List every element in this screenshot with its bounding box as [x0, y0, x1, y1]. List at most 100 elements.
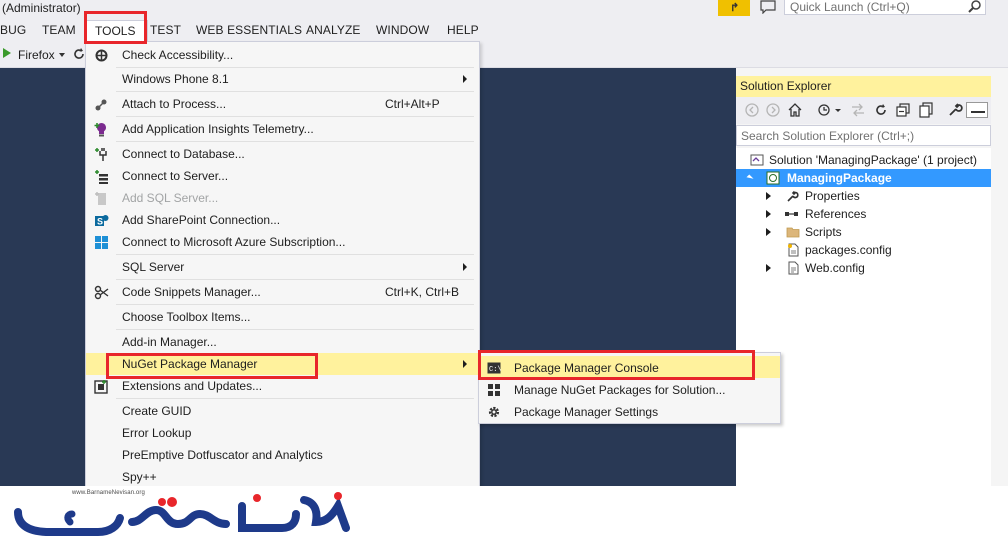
solution-explorer-title-bar[interactable]: Solution Explorer [736, 76, 991, 97]
chevron-down-icon[interactable] [834, 102, 842, 118]
browser-link-refresh-icon[interactable] [72, 47, 86, 61]
menu-item-label: Attach to Process... [122, 97, 227, 111]
menu-item-label: Connect to Server... [122, 169, 229, 183]
watermark-banner: www.BarnameNevisan.org [0, 486, 1008, 536]
tree-item-label: Scripts [805, 225, 842, 239]
menu-item-code-snippets[interactable]: Code Snippets Manager... Ctrl+K, Ctrl+B [86, 281, 479, 303]
menu-separator [116, 254, 474, 255]
menu-separator [116, 279, 474, 280]
folder-icon [786, 225, 800, 239]
menu-item-label: Add SharePoint Connection... [122, 213, 281, 227]
menu-item-error-lookup[interactable]: Error Lookup [86, 422, 479, 444]
tree-item-packages-config[interactable]: packages.config [736, 241, 991, 259]
menu-item-sharepoint[interactable]: S Add SharePoint Connection... [86, 209, 479, 231]
menu-item-create-guid[interactable]: Create GUID [86, 400, 479, 422]
server-plug-icon [94, 169, 109, 184]
tree-item-references[interactable]: References [736, 205, 991, 223]
chevron-down-icon[interactable] [59, 53, 65, 57]
collapsed-arrow-icon[interactable] [766, 210, 771, 218]
menu-item-add-sql-server: Add SQL Server... [86, 187, 479, 209]
database-plug-icon [94, 147, 109, 162]
menu-item-label: Spy++ [122, 470, 157, 484]
search-icon [968, 0, 982, 13]
expanded-arrow-icon[interactable] [746, 174, 754, 182]
flag-icon: ↱ [730, 2, 740, 14]
collapsed-arrow-icon[interactable] [766, 264, 771, 272]
tools-dropdown-menu: Check Accessibility... Windows Phone 8.1… [85, 41, 480, 491]
packages-icon [487, 383, 501, 397]
quick-launch-input[interactable]: Quick Launch (Ctrl+Q) [784, 0, 986, 15]
menu-window[interactable]: WINDOW [376, 23, 429, 37]
submenu-item-package-manager-settings[interactable]: Package Manager Settings [479, 400, 780, 422]
barnamenevisan-logo [14, 492, 350, 536]
start-debugging-icon[interactable] [3, 48, 11, 58]
solution-explorer-title: Solution Explorer [740, 79, 832, 93]
search-placeholder: Search Solution Explorer (Ctrl+;) [741, 129, 915, 143]
menu-item-check-accessibility[interactable]: Check Accessibility... [86, 44, 479, 66]
web-project-icon [766, 171, 780, 185]
menu-item-spy[interactable]: Spy++ [86, 466, 479, 488]
menu-item-connect-database[interactable]: Connect to Database... [86, 143, 479, 165]
menu-item-shortcut: Ctrl+Alt+P [385, 97, 440, 111]
menu-help[interactable]: HELP [447, 23, 479, 37]
menu-item-addin-manager[interactable]: Add-in Manager... [86, 331, 479, 353]
menu-separator [116, 304, 474, 305]
menu-debug[interactable]: BUG [0, 23, 26, 37]
menu-item-connect-server[interactable]: Connect to Server... [86, 165, 479, 187]
submenu-item-label: Manage NuGet Packages for Solution... [514, 383, 726, 397]
accessibility-icon [94, 48, 109, 63]
forward-arrow-icon[interactable] [765, 102, 781, 118]
menu-item-app-insights[interactable]: Add Application Insights Telemetry... [86, 118, 479, 140]
menu-item-label: Connect to Database... [122, 147, 245, 161]
submenu-item-manage-nuget-packages[interactable]: Manage NuGet Packages for Solution... [479, 378, 780, 400]
sync-history-icon[interactable] [816, 102, 832, 118]
preview-selected-items-icon[interactable] [966, 102, 988, 118]
package-manager-console-callout [478, 350, 755, 380]
home-icon[interactable] [787, 102, 803, 118]
menu-item-choose-toolbox-items[interactable]: Choose Toolbox Items... [86, 306, 479, 328]
config-file-icon [786, 243, 800, 257]
tree-item-scripts[interactable]: Scripts [736, 223, 991, 241]
solution-icon [750, 153, 764, 167]
collapse-all-icon[interactable] [895, 102, 911, 118]
menu-item-label: Create GUID [122, 404, 192, 418]
menu-item-azure[interactable]: Connect to Microsoft Azure Subscription.… [86, 231, 479, 253]
submenu-arrow-icon [463, 360, 467, 368]
menu-item-label: Error Lookup [122, 426, 192, 440]
show-all-files-icon[interactable] [918, 102, 934, 118]
menu-separator [116, 116, 474, 117]
menu-item-sql-server[interactable]: SQL Server [86, 256, 479, 278]
menu-item-dotfuscator[interactable]: PreEmptive Dotfuscator and Analytics [86, 444, 479, 466]
run-target-select[interactable]: Firefox [18, 48, 55, 62]
insights-icon [94, 122, 109, 137]
tree-item-web-config[interactable]: Web.config [736, 259, 991, 277]
tree-item-properties[interactable]: Properties [736, 187, 991, 205]
menu-team[interactable]: TEAM [42, 23, 76, 37]
solution-explorer-search-input[interactable]: Search Solution Explorer (Ctrl+;) [736, 125, 991, 146]
menu-item-windows-phone[interactable]: Windows Phone 8.1 [86, 68, 479, 90]
menu-item-label: SQL Server [122, 260, 185, 274]
menu-item-label: Connect to Microsoft Azure Subscription.… [122, 235, 346, 249]
menu-item-label: Add-in Manager... [122, 335, 217, 349]
menu-separator [116, 329, 474, 330]
menu-item-label: Windows Phone 8.1 [122, 72, 229, 86]
tree-item-solution[interactable]: Solution 'ManagingPackage' (1 project) [736, 151, 991, 169]
collapsed-arrow-icon[interactable] [766, 192, 771, 200]
menu-analyze[interactable]: ANALYZE [306, 23, 361, 37]
notification-flag-button[interactable]: ↱ [718, 0, 750, 16]
menu-test[interactable]: TEST [150, 23, 181, 37]
refresh-icon[interactable] [873, 102, 889, 118]
snippets-icon [94, 285, 109, 300]
submenu-item-label: Package Manager Settings [514, 405, 659, 419]
menu-bar: BUG TEAM TEST WEB ESSENTIALS ANALYZE WIN… [0, 20, 1008, 41]
collapsed-arrow-icon[interactable] [766, 228, 771, 236]
quick-launch-placeholder: Quick Launch (Ctrl+Q) [790, 0, 910, 14]
tree-item-project[interactable]: ManagingPackage [736, 169, 991, 187]
menu-web-essentials[interactable]: WEB ESSENTIALS [196, 23, 302, 37]
back-arrow-icon[interactable] [744, 102, 760, 118]
feedback-icon[interactable] [760, 0, 778, 15]
properties-wrench-icon[interactable] [947, 102, 963, 118]
menu-item-attach-to-process[interactable]: Attach to Process... Ctrl+Alt+P [86, 93, 479, 115]
pending-changes-icon[interactable] [850, 102, 866, 118]
wrench-icon [786, 189, 800, 203]
